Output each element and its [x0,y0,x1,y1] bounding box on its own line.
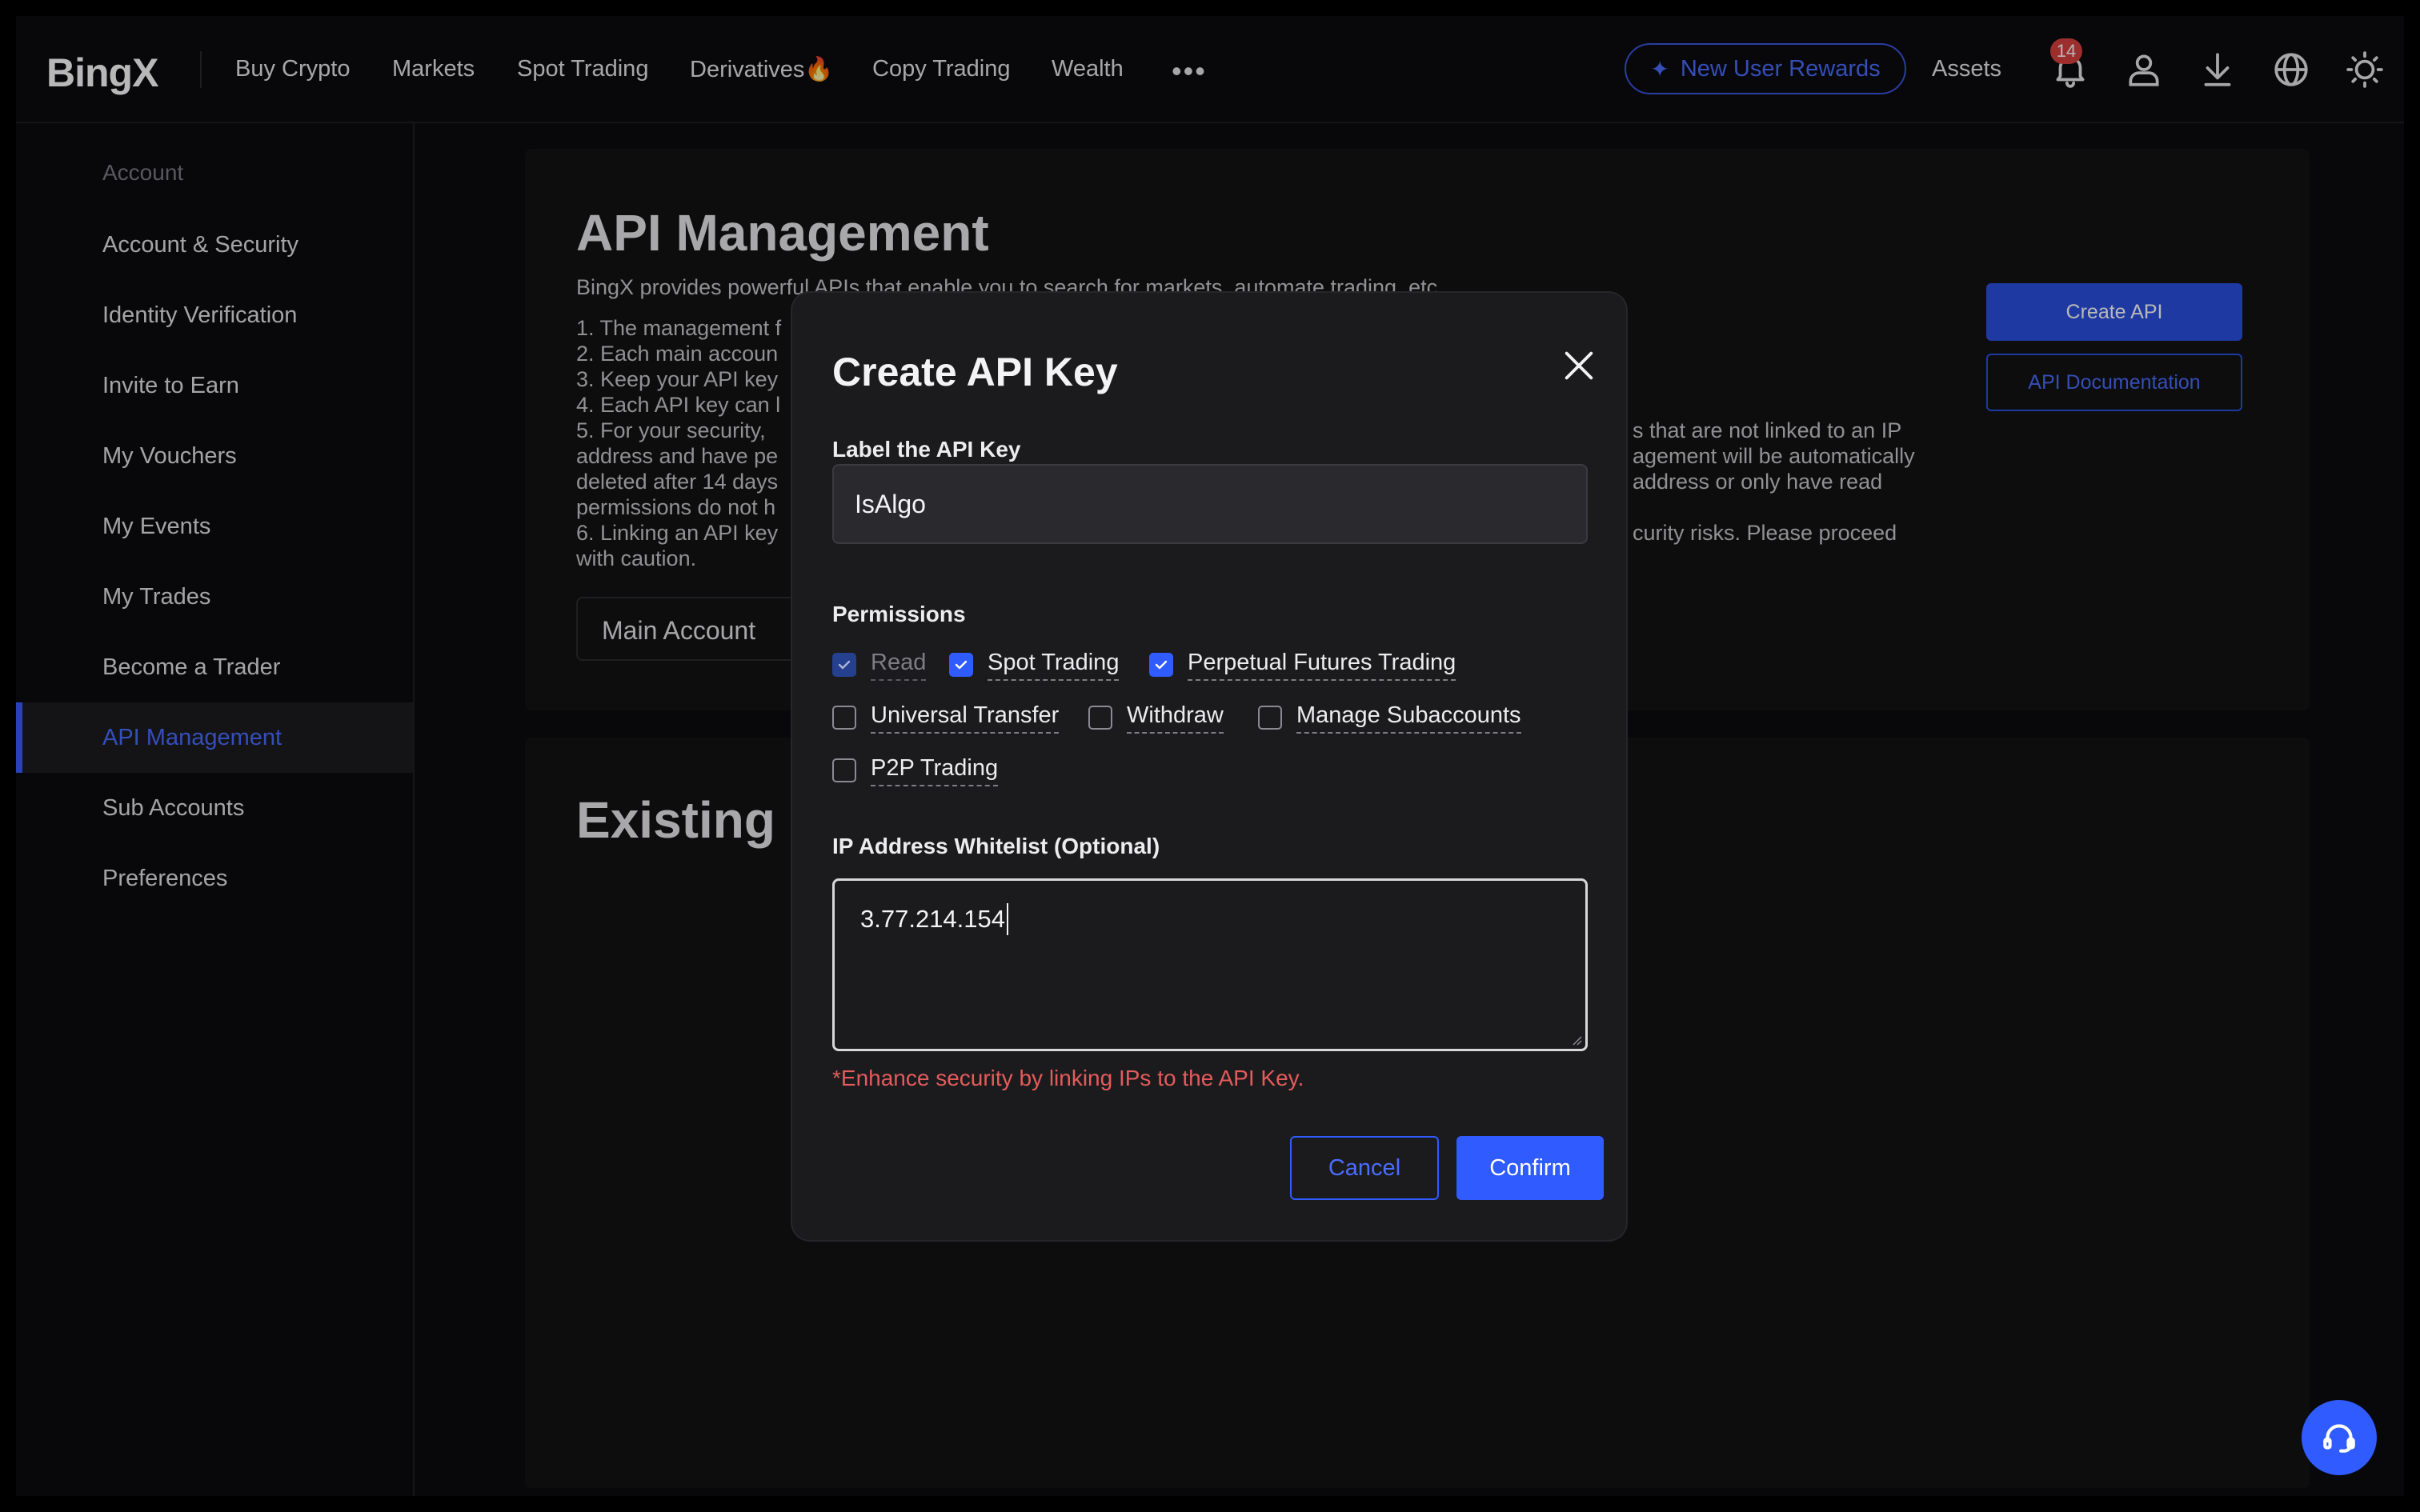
permission-label: Read [871,650,927,681]
permissions-title: Permissions [832,602,966,626]
manage-subaccounts-checkbox[interactable] [1258,706,1282,730]
ip-whitelist-value: 3.77.214.154 [860,905,1006,933]
permission-label: Withdraw [1127,702,1224,734]
ip-whitelist-textarea[interactable]: 3.77.214.154 [832,878,1588,1051]
permission-read: Read [832,648,936,683]
permission-label: Perpetual Futures Trading [1188,650,1456,681]
perpetual-futures-checkbox[interactable] [1149,653,1173,677]
ip-whitelist-title: IP Address Whitelist (Optional) [832,834,1160,858]
permission-label: Spot Trading [988,650,1120,681]
permission-withdraw[interactable]: Withdraw [1088,701,1240,736]
app-window: BingX Buy Crypto Markets Spot Trading De… [16,16,2404,1496]
close-icon[interactable] [1561,347,1597,384]
p2p-trading-checkbox[interactable] [832,758,856,782]
label-field-title: Label the API Key [832,437,1021,462]
permission-label: P2P Trading [871,755,999,786]
ip-security-warning: *Enhance security by linking IPs to the … [832,1066,1304,1090]
permission-perpetual-futures-trading[interactable]: Perpetual Futures Trading [1149,648,1485,683]
confirm-button[interactable]: Confirm [1456,1136,1604,1200]
permission-label: Manage Subaccounts [1296,702,1521,734]
permission-p2p-trading[interactable]: P2P Trading [832,754,1008,789]
permission-label: Universal Transfer [871,702,1060,734]
support-chat-button[interactable] [2302,1400,2377,1475]
modal-title: Create API Key [832,350,1118,394]
permission-manage-subaccounts[interactable]: Manage Subaccounts [1258,701,1521,736]
api-key-label-input[interactable]: IsAlgo [832,464,1588,544]
withdraw-checkbox[interactable] [1088,706,1112,730]
create-api-key-modal: Create API Key Label the API Key IsAlgo … [792,293,1626,1240]
permission-universal-transfer[interactable]: Universal Transfer [832,701,1072,736]
read-checkbox [832,653,856,677]
spot-trading-checkbox[interactable] [949,653,973,677]
universal-transfer-checkbox[interactable] [832,706,856,730]
permission-spot-trading[interactable]: Spot Trading [949,648,1133,683]
resize-grip-icon[interactable] [1569,1033,1582,1046]
headset-icon [2323,1424,2355,1453]
text-caret [1007,903,1008,935]
api-key-label-value: IsAlgo [855,490,926,518]
cancel-button[interactable]: Cancel [1290,1136,1439,1200]
